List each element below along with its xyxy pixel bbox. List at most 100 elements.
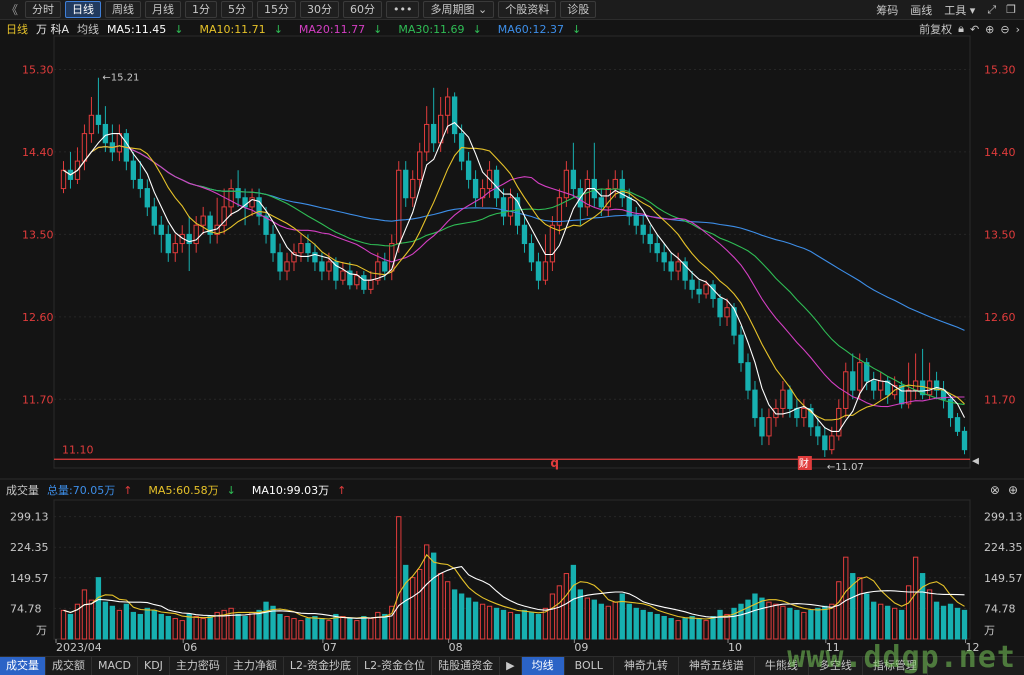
period-button-0[interactable]: 分时 [25,1,62,18]
candle-body [801,407,807,419]
indicator-tab-7[interactable]: L2-资金仓位 [358,657,433,675]
arrow-down-icon: ↓ [226,484,236,497]
period-toolbar: 《 分时 日线 周线 月线 1分 5分 15分 30分 60分 ••• 多周期图 ⌄ 个股资料 诊股 筹… [0,0,1024,20]
price-pane-frame [53,35,971,469]
fullscreen-icon[interactable]: ⤢ [987,3,996,17]
x-axis-label: 06 [183,641,197,654]
volume-bar [186,613,192,640]
volume-bar [654,613,660,640]
period-button-6[interactable]: 15分 [257,1,297,18]
indicator-tab-6[interactable]: L2-资金抄底 [284,657,359,675]
price-tick-right: 14.40 [984,146,1016,159]
candle-body [647,233,653,245]
volume-bar [822,605,828,640]
price-tick-right: 13.50 [984,228,1016,241]
volume-tick-right: 74.78 [984,602,1016,615]
volume-legend: 成交量 总量:70.05万 ↑ MA5:60.58万 ↓ MA10:99.03万 ↑ [6,482,362,498]
volume-bar [361,616,367,640]
candle-body [626,197,632,217]
volume-bar [298,620,304,640]
volume-bar [249,611,255,640]
volume-bar [172,618,178,640]
volume-bar [857,577,863,640]
volume-bar [612,601,618,640]
volume-bar [277,613,283,640]
volume-bar [67,613,74,640]
collapse-icon[interactable]: 《 [0,1,21,18]
volume-bar [424,544,430,640]
indicator-tab-0[interactable]: 成交量 [0,657,46,675]
volume-total-text: 总量:70.05万 [47,484,116,497]
candle-body [878,380,884,391]
volume-bar [759,597,765,640]
candle-body [521,224,528,245]
indicator-tab-3[interactable]: KDJ [138,657,170,675]
overlay-tab-2[interactable]: 神奇九转 [614,657,679,675]
period-button-10[interactable]: 多周期图 ⌄ [423,1,495,18]
candle-body [549,224,556,263]
draw-line-button[interactable]: 画线 [910,2,932,18]
indicator-tab-2[interactable]: MACD [92,657,138,675]
overlay-tab-3[interactable]: 神奇五线谱 [679,657,755,675]
indicator-tab-5[interactable]: 主力净额 [227,657,284,675]
volume-bar [326,620,332,640]
window-icon[interactable]: ❐ [1006,3,1016,16]
tabs-scroll-right-icon[interactable]: ▶ [500,657,522,675]
period-button-4[interactable]: 1分 [185,1,218,18]
candle-body [500,197,507,217]
period-button-9[interactable]: ••• [386,1,420,18]
volume-bar [521,609,528,640]
period-button-7[interactable]: 30分 [300,1,340,18]
price-tick-left: 14.40 [22,146,54,159]
period-button-2[interactable]: 周线 [105,1,142,18]
price-tick-left: 11.70 [22,393,54,406]
volume-bar [661,616,667,640]
volume-bar [88,599,95,640]
volume-bar [291,618,297,640]
volume-bar [95,577,102,640]
kline-chart[interactable]: 15.30 15.30 14.40 14.40 13.50 13.50 12.60 12.60… [0,20,1024,656]
volume-bar [570,564,577,640]
overlay-tab-0[interactable]: 均线 [521,657,565,675]
plus-icon[interactable]: ⊕ [1008,483,1018,497]
volume-bar [717,609,723,640]
period-button-8[interactable]: 60分 [343,1,383,18]
overlay-tab-1[interactable]: BOLL [565,657,614,675]
period-button-1[interactable]: 日线 [65,1,102,18]
volume-bar [752,593,758,640]
volume-bar [675,620,681,640]
volume-bar [542,607,549,640]
candle-body [961,430,968,451]
volume-bar [885,605,891,640]
volume-bar [682,618,688,640]
indicator-tab-8[interactable]: 陆股通资金 [432,657,501,675]
candle-body [843,371,849,409]
period-button-3[interactable]: 月线 [145,1,182,18]
candle-body [270,233,276,254]
price-tick-right: 15.30 [984,63,1016,76]
tools-menu[interactable]: 工具 ▾ [944,2,975,18]
volume-label: 成交量 [6,484,39,497]
volume-bar [912,556,919,640]
volume-bar [954,607,961,640]
indicator-tab-4[interactable]: 主力密码 [170,657,227,675]
volume-bar [382,613,388,640]
close-icon[interactable]: ⊗ [990,483,1000,497]
period-button-5[interactable]: 5分 [221,1,254,18]
candle-body [396,169,402,245]
candle-body [535,261,542,281]
chip-distribution-button[interactable]: 筹码 [876,2,898,18]
volume-bar [843,556,849,640]
volume-bar [563,573,570,640]
x-axis-label: 10 [728,641,742,654]
candle-body [689,279,695,290]
volume-bar [137,613,143,640]
volume-bar [340,616,346,640]
indicator-tab-1[interactable]: 成交额 [46,657,92,675]
volume-bar [528,611,535,640]
period-button-12[interactable]: 诊股 [560,1,597,18]
period-button-11[interactable]: 个股资料 [498,1,557,18]
volume-bar [375,611,381,640]
candle-body [417,151,423,180]
candle-body [298,243,304,254]
